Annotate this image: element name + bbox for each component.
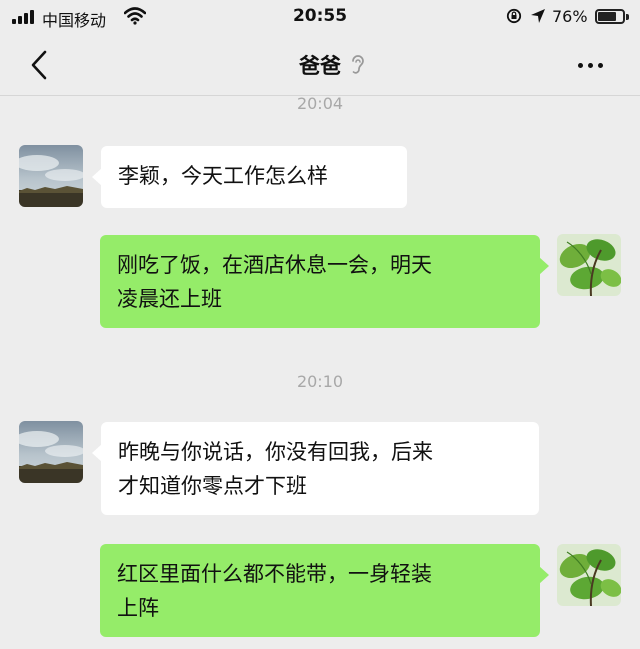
more-icon-dot (587, 62, 593, 68)
chat-area[interactable]: 20:04 李颖，今天工作怎么样 刚吃了饭，在酒店休息一会，明天 凌晨还上班 2… (0, 94, 640, 649)
message-text-line: 红区里面什么都不能带，一身轻装 (117, 562, 432, 586)
earpiece-mode-icon (352, 55, 364, 74)
back-button[interactable] (22, 48, 56, 82)
battery-percent: 76% (552, 7, 588, 26)
nav-bar: 爸爸 (0, 34, 640, 96)
message-text: 李颖，今天工作怎么样 (118, 164, 328, 188)
chat-screen: 中国移动 20:55 76% 爸爸 20:04 李颖，今天工作怎么样 刚吃了饭，… (0, 0, 640, 649)
timestamp: 20:10 (296, 372, 344, 391)
message-bubble-received[interactable]: 昨晚与你说话，你没有回我，后来 才知道你零点才下班 (92, 422, 539, 515)
message-text-line: 昨晚与你说话，你没有回我，后来 (118, 440, 433, 464)
my-avatar[interactable] (557, 234, 621, 296)
battery-fill (598, 12, 616, 21)
more-icon-dot (577, 62, 583, 68)
message-bubble-sent[interactable]: 刚吃了饭，在酒店休息一会，明天 凌晨还上班 (100, 235, 549, 328)
message-text-line: 刚吃了饭，在酒店休息一会，明天 (117, 253, 432, 277)
message-text-line: 上阵 (117, 596, 159, 620)
rotation-lock-icon (506, 8, 522, 24)
my-avatar-image (557, 544, 621, 606)
message-bubble-received[interactable]: 李颖，今天工作怎么样 (92, 146, 407, 208)
my-avatar[interactable] (557, 544, 621, 606)
my-avatar-image (557, 234, 621, 296)
battery-nub (626, 14, 629, 20)
contact-avatar-image (19, 421, 83, 483)
location-icon (531, 9, 545, 23)
message-text-line: 凌晨还上班 (117, 287, 222, 311)
message-bubble-sent[interactable]: 红区里面什么都不能带，一身轻装 上阵 (100, 544, 549, 637)
more-icon-dot (597, 62, 603, 68)
message-text-line: 才知道你零点才下班 (118, 474, 307, 498)
more-button[interactable] (566, 52, 614, 78)
status-bar: 中国移动 20:55 76% (0, 0, 640, 34)
contact-avatar-image (19, 145, 83, 207)
battery-icon (595, 9, 629, 24)
timestamp: 20:04 (296, 94, 344, 113)
chat-title: 爸爸 (299, 54, 341, 78)
back-arrow-icon (31, 50, 47, 80)
contact-avatar[interactable] (19, 421, 83, 483)
nav-title-wrap: 爸爸 (0, 50, 640, 80)
contact-avatar[interactable] (19, 145, 83, 207)
